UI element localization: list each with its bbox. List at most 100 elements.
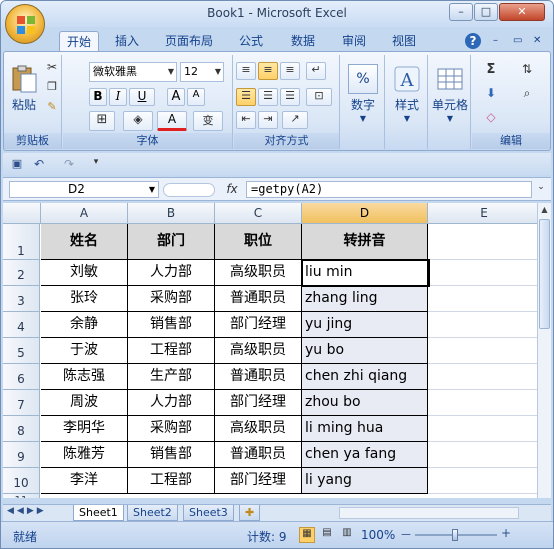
align-left-icon[interactable]: ☰ xyxy=(236,88,256,106)
tab-review[interactable]: 审阅 xyxy=(338,31,370,52)
tab-home[interactable]: 开始 xyxy=(59,31,99,52)
formula-bar-splitter[interactable] xyxy=(163,183,215,197)
vertical-scrollbar[interactable]: ▲ xyxy=(537,203,551,498)
cell-pinyin[interactable]: yu jing xyxy=(302,312,428,338)
cell-name[interactable]: 李洋 xyxy=(41,468,128,494)
empty-cell[interactable] xyxy=(428,260,537,286)
cell-name[interactable]: 刘敏 xyxy=(41,260,128,286)
cell-position[interactable]: 部门经理 xyxy=(215,390,302,416)
autosum-button[interactable]: Σ xyxy=(476,61,506,79)
empty-cell[interactable] xyxy=(428,312,537,338)
cell-pinyin[interactable]: chen ya fang xyxy=(302,442,428,468)
save-icon[interactable]: ▣ xyxy=(9,156,25,172)
fill-icon[interactable]: ⬇ xyxy=(476,85,506,103)
cell-position[interactable]: 高级职员 xyxy=(215,416,302,442)
formula-input[interactable]: =getpy(A2) xyxy=(246,181,532,198)
page-layout-view-icon[interactable]: ▤ xyxy=(319,527,335,543)
paste-button[interactable]: 粘贴 xyxy=(6,57,42,117)
zoom-level[interactable]: 100% xyxy=(361,528,395,542)
row-header[interactable]: 11 xyxy=(3,494,40,498)
sheet-tab-3[interactable]: Sheet3 xyxy=(183,505,234,521)
empty-cell[interactable] xyxy=(428,468,537,494)
clear-icon[interactable]: ◇ xyxy=(476,109,506,127)
row-header[interactable]: 1 xyxy=(3,224,40,260)
name-box[interactable]: D2 ▼ xyxy=(9,181,159,198)
cell-dept[interactable]: 生产部 xyxy=(128,364,215,390)
cell-name[interactable]: 余静 xyxy=(41,312,128,338)
cell-name[interactable]: 周波 xyxy=(41,390,128,416)
horizontal-scrollbar[interactable] xyxy=(339,507,519,519)
zoom-out-button[interactable]: － xyxy=(399,526,413,542)
row-header[interactable]: 9 xyxy=(3,442,40,468)
zoom-in-button[interactable]: + xyxy=(499,526,513,542)
column-header-a[interactable]: A xyxy=(41,203,128,224)
row-header[interactable]: 8 xyxy=(3,416,40,442)
cell-pinyin[interactable]: li yang xyxy=(302,468,428,494)
align-center-icon[interactable]: ☰ xyxy=(258,88,278,106)
office-button[interactable] xyxy=(5,4,45,44)
close-button[interactable]: ✕ xyxy=(499,3,545,21)
row-header[interactable]: 5 xyxy=(3,338,40,364)
customize-qat-icon[interactable]: ▾ xyxy=(89,156,103,172)
empty-cell[interactable] xyxy=(428,286,537,312)
tab-insert[interactable]: 插入 xyxy=(111,31,143,52)
tab-data[interactable]: 数据 xyxy=(287,31,319,52)
phonetic-button[interactable]: 变 xyxy=(193,111,223,131)
row-header[interactable]: 3 xyxy=(3,286,40,312)
cell-dept[interactable]: 销售部 xyxy=(128,442,215,468)
redo-icon[interactable]: ↷ xyxy=(61,156,77,172)
sheet-tab-2[interactable]: Sheet2 xyxy=(127,505,178,521)
ribbon-restore-button[interactable]: ▭ xyxy=(509,31,526,52)
expand-formula-bar-icon[interactable]: ⌄ xyxy=(535,182,547,198)
row-header[interactable]: 10 xyxy=(3,468,40,494)
row-header[interactable]: 7 xyxy=(3,390,40,416)
column-header-d[interactable]: D xyxy=(302,203,428,224)
cell-name[interactable]: 张玲 xyxy=(41,286,128,312)
empty-cell[interactable] xyxy=(428,338,537,364)
align-middle-icon[interactable]: ≡ xyxy=(258,62,278,80)
shrink-font-button[interactable]: A xyxy=(187,88,205,106)
orientation-icon[interactable]: ↗ xyxy=(282,111,308,129)
grow-font-button[interactable]: A xyxy=(167,88,185,106)
row-header[interactable]: 4 xyxy=(3,312,40,338)
cell-name[interactable]: 李明华 xyxy=(41,416,128,442)
cell-position[interactable]: 部门经理 xyxy=(215,468,302,494)
cell-pinyin[interactable]: liu min xyxy=(302,260,428,286)
merge-center-icon[interactable]: ⊡ xyxy=(306,88,332,106)
scroll-up-icon[interactable]: ▲ xyxy=(539,205,550,217)
italic-button[interactable]: I xyxy=(109,88,127,106)
number-button[interactable]: % 数字 ▼ xyxy=(343,57,383,127)
bold-button[interactable]: B xyxy=(89,88,107,106)
borders-icon[interactable]: ⊞ xyxy=(89,111,115,131)
insert-function-button[interactable]: fx xyxy=(221,181,243,198)
header-cell-position[interactable]: 职位 xyxy=(215,224,302,260)
cell-dept[interactable]: 人力部 xyxy=(128,390,215,416)
empty-cell[interactable] xyxy=(428,416,537,442)
tab-formulas[interactable]: 公式 xyxy=(235,31,267,52)
header-cell-pinyin[interactable]: 转拼音 xyxy=(302,224,428,260)
ribbon-close-button[interactable]: ✕ xyxy=(529,31,545,52)
column-header-c[interactable]: C xyxy=(215,203,302,224)
cell-pinyin[interactable]: zhou bo xyxy=(302,390,428,416)
wrap-text-icon[interactable]: ↵ xyxy=(306,62,326,80)
align-right-icon[interactable]: ☰ xyxy=(280,88,300,106)
column-header-b[interactable]: B xyxy=(128,203,215,224)
find-select-icon[interactable]: ⌕ xyxy=(512,85,542,103)
cell-name[interactable]: 陈雅芳 xyxy=(41,442,128,468)
format-painter-icon[interactable]: ✎ xyxy=(44,99,60,115)
column-header-e[interactable]: E xyxy=(428,203,537,224)
ribbon-minimize-button[interactable]: – xyxy=(489,31,502,52)
row-header[interactable]: 6 xyxy=(3,364,40,390)
copy-icon[interactable]: ❐ xyxy=(44,79,60,95)
cell-pinyin[interactable]: chen zhi qiang xyxy=(302,364,428,390)
undo-icon[interactable]: ↶ xyxy=(31,156,47,172)
insert-sheet-icon[interactable]: ✚ xyxy=(239,505,261,521)
cell-dept[interactable]: 工程部 xyxy=(128,338,215,364)
cell-dept[interactable]: 人力部 xyxy=(128,260,215,286)
cell-dept[interactable]: 销售部 xyxy=(128,312,215,338)
cell-position[interactable]: 部门经理 xyxy=(215,312,302,338)
cells-button[interactable]: 单元格 ▼ xyxy=(430,57,470,127)
styles-button[interactable]: A 样式 ▼ xyxy=(388,57,426,127)
cell-dept[interactable]: 采购部 xyxy=(128,416,215,442)
cell-position[interactable]: 普通职员 xyxy=(215,442,302,468)
